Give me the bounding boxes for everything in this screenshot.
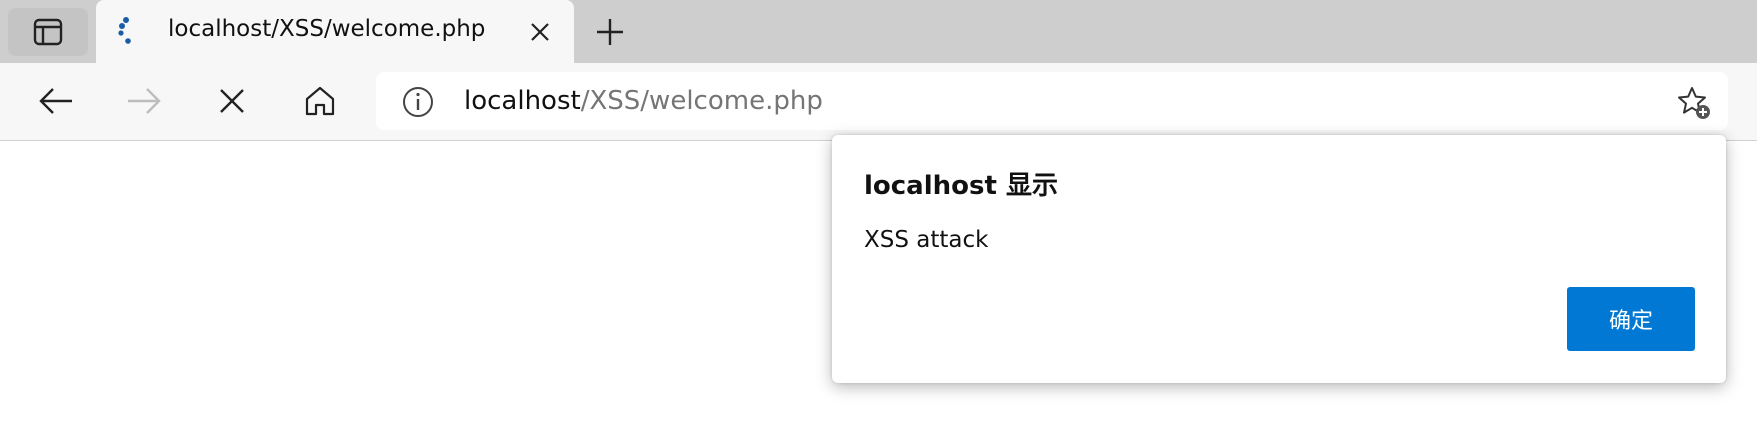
new-tab-button[interactable]	[592, 14, 628, 50]
address-bar[interactable]: localhost/XSS/welcome.php	[376, 72, 1728, 130]
home-icon	[305, 86, 335, 116]
close-icon	[531, 23, 549, 41]
url-path: /XSS/welcome.php	[580, 86, 823, 116]
forward-button[interactable]	[124, 81, 164, 121]
dialog-title: localhost 显示	[864, 171, 1058, 201]
stop-loading-button[interactable]	[212, 81, 252, 121]
arrow-right-icon	[128, 88, 161, 114]
tab-actions-button[interactable]	[8, 8, 88, 56]
info-icon	[403, 87, 433, 117]
url-text[interactable]: localhost/XSS/welcome.php	[464, 86, 823, 116]
star-add-icon	[1678, 87, 1710, 119]
tab-close-button[interactable]	[528, 20, 552, 44]
ok-button[interactable]: 确定	[1567, 287, 1695, 351]
loading-spinner-icon	[118, 17, 131, 44]
url-host: localhost	[464, 86, 581, 116]
dialog-message: XSS attack	[864, 227, 989, 253]
active-tab[interactable]: localhost/XSS/welcome.php	[96, 0, 574, 63]
plus-icon	[597, 19, 623, 45]
tab-strip: localhost/XSS/welcome.php	[0, 0, 1757, 63]
alert-dialog: localhost 显示 XSS attack 确定	[832, 135, 1726, 383]
back-button[interactable]	[36, 81, 76, 121]
add-favorite-button[interactable]	[1676, 85, 1712, 121]
tab-actions-icon	[33, 18, 63, 46]
site-info-button[interactable]	[402, 86, 434, 118]
tab-title: localhost/XSS/welcome.php	[168, 16, 486, 42]
home-button[interactable]	[300, 81, 340, 121]
close-icon	[220, 89, 244, 113]
arrow-left-icon	[39, 88, 72, 114]
navigation-toolbar: localhost/XSS/welcome.php	[0, 63, 1757, 141]
